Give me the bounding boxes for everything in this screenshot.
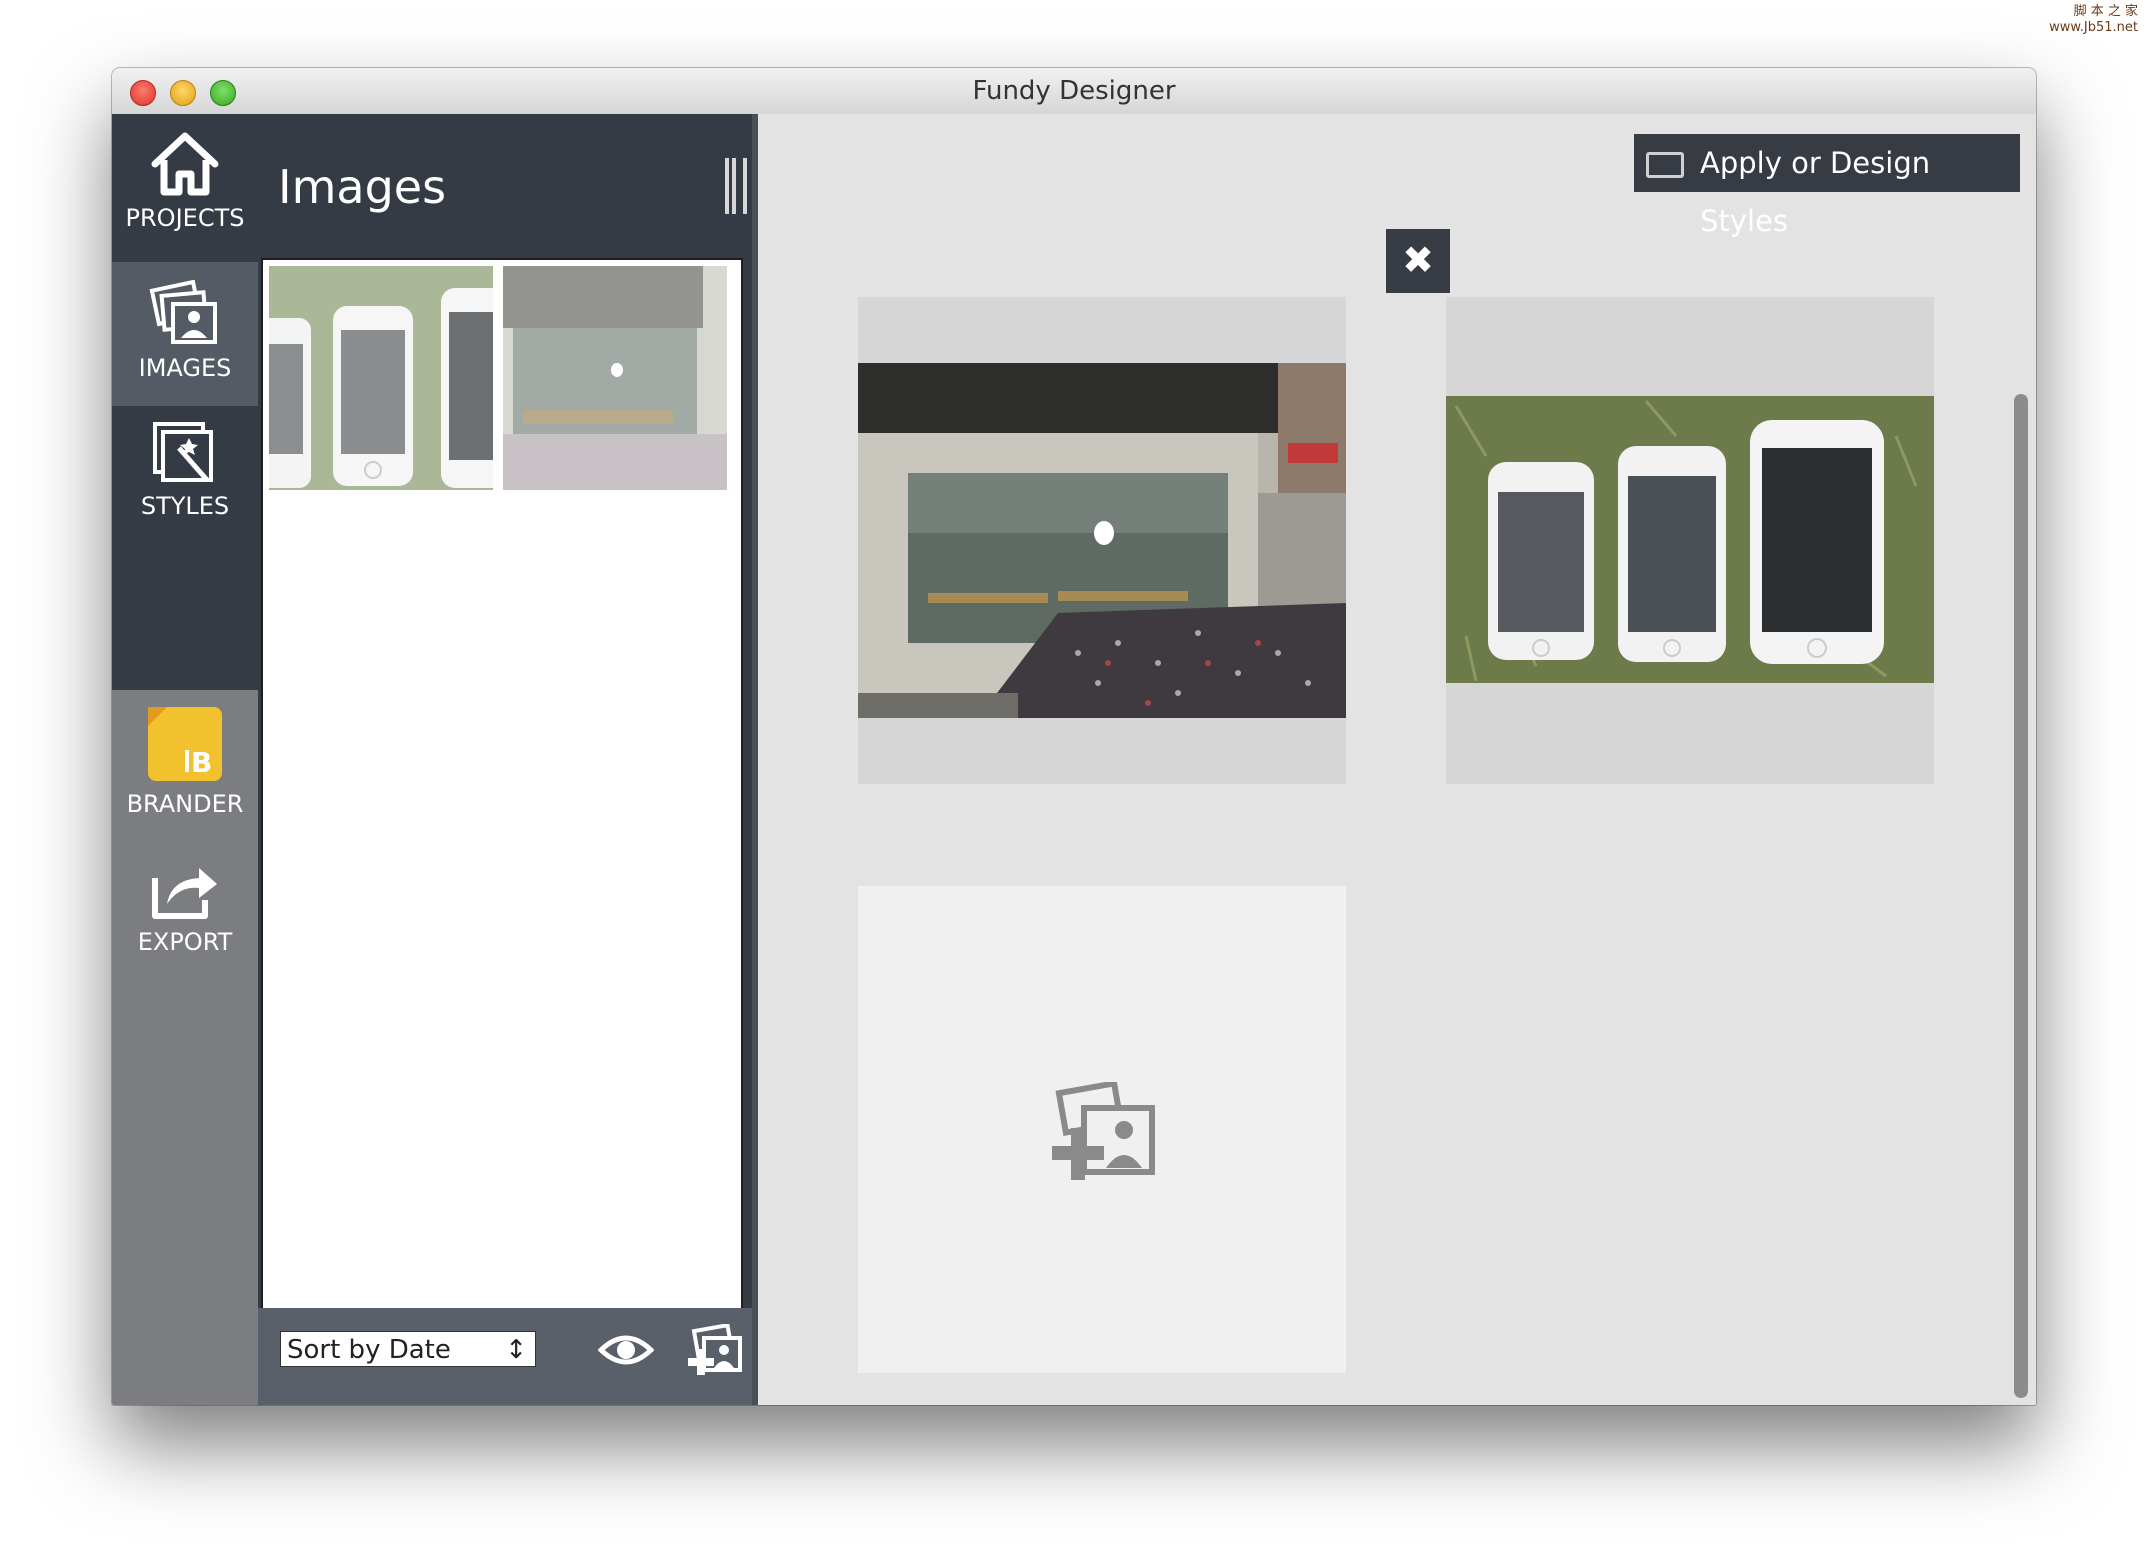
add-images-button[interactable] <box>686 1322 744 1385</box>
preview-button[interactable] <box>597 1328 655 1377</box>
window-title: Fundy Designer <box>972 76 1176 106</box>
app-window: Fundy Designer PROJECTS IMAGES STYLES B … <box>112 68 2036 1405</box>
watermark: 脚 本 之 家 www.Jb51.net <box>2049 4 2138 36</box>
layout-icon <box>1646 152 1684 178</box>
nav-images[interactable]: IMAGES <box>112 262 258 406</box>
watermark-line1: 脚 本 之 家 <box>2073 4 2138 19</box>
nav-export-label: EXPORT <box>137 928 233 956</box>
image-thumbnail[interactable] <box>269 266 493 490</box>
nav-brander[interactable]: B BRANDER <box>112 704 258 844</box>
images-icon <box>149 280 217 344</box>
apply-design-styles-button[interactable]: Apply or Design Styles <box>1634 134 2020 238</box>
nav-styles-label: STYLES <box>140 492 230 520</box>
image-thumbnail[interactable] <box>503 266 727 490</box>
select-arrows-icon: ↕ <box>505 1335 527 1365</box>
nav-projects[interactable]: PROJECTS <box>112 128 258 268</box>
image-grid[interactable] <box>261 258 743 1310</box>
add-images-icon <box>688 1322 742 1375</box>
title-bar: Fundy Designer <box>112 68 2036 115</box>
export-icon <box>152 868 217 919</box>
svg-text:B: B <box>191 746 212 779</box>
watermark-line2: www.Jb51.net <box>2049 20 2138 35</box>
close-icon: ✖ <box>1402 238 1434 282</box>
phones-thumbnail-image <box>269 266 493 490</box>
sort-select-value: Sort by Date <box>287 1335 451 1365</box>
images-panel-title: Images <box>278 160 447 214</box>
eye-icon <box>597 1335 655 1365</box>
phones-photo <box>1446 396 1934 683</box>
home-icon <box>151 132 219 196</box>
workspace-scrollbar[interactable] <box>2014 394 2028 1398</box>
empty-image-slot[interactable] <box>858 886 1346 1373</box>
sort-select[interactable]: Sort by Date ↕ <box>280 1331 536 1367</box>
styles-icon <box>153 422 213 482</box>
store-thumbnail-image <box>503 266 727 490</box>
brander-icon: B <box>148 707 222 781</box>
image-slot[interactable] <box>858 297 1346 784</box>
images-panel-toolbar: Sort by Date ↕ <box>258 1308 758 1405</box>
design-workspace: Apply or Design Styles ✖ <box>758 114 2036 1405</box>
panel-resize-handle[interactable] <box>725 158 747 214</box>
image-slot[interactable] <box>1446 297 1934 784</box>
apply-design-styles-label: Apply or Design Styles <box>1700 146 1931 238</box>
store-photo <box>858 363 1346 718</box>
remove-image-button[interactable]: ✖ <box>1386 229 1450 293</box>
nav-brander-label: BRANDER <box>126 790 244 818</box>
nav-images-label: IMAGES <box>138 354 232 382</box>
add-image-placeholder-icon <box>1052 1082 1155 1180</box>
nav-styles[interactable]: STYLES <box>112 418 258 558</box>
nav-export[interactable]: EXPORT <box>112 854 258 994</box>
nav-projects-label: PROJECTS <box>125 204 245 232</box>
images-panel: Images Sort by Date ↕ <box>258 114 758 1405</box>
